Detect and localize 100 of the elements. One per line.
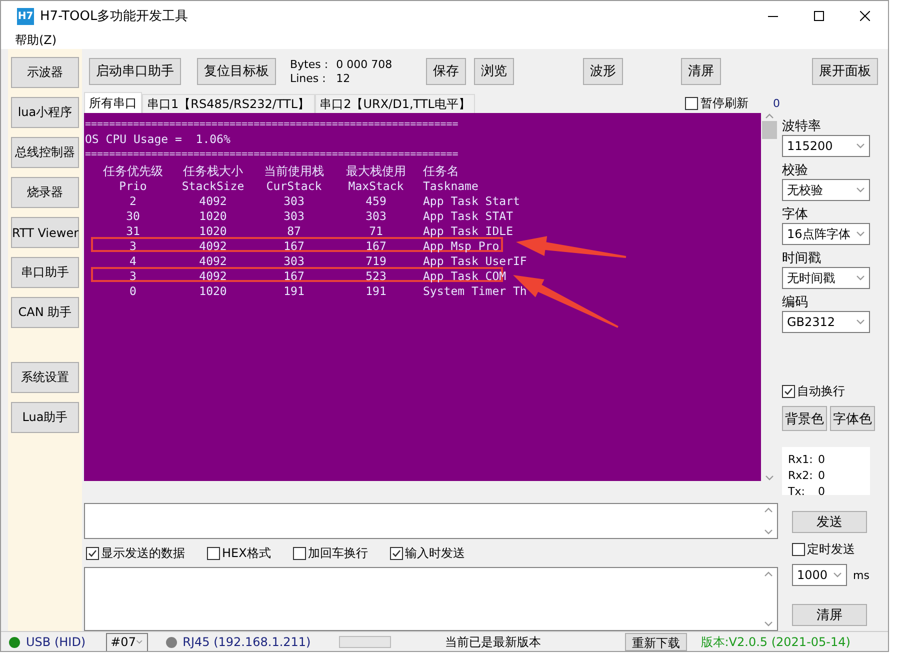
table-cell-text: 71 xyxy=(368,224,384,239)
table-cell-text: 2 xyxy=(128,194,138,209)
table-cell-text: System Timer Th xyxy=(422,284,528,299)
dropdown[interactable]: 无时间戳 xyxy=(782,267,870,289)
stat-value: 12 xyxy=(336,72,352,84)
dropdown[interactable]: 16点阵字体 xyxy=(782,223,870,245)
table-cell-text: 4 xyxy=(128,254,138,269)
tab[interactable]: 串口2【URX/D1,TTL电平】 xyxy=(314,94,476,113)
sidebar-button[interactable]: 示波器 xyxy=(11,57,79,88)
table-cell-text: 1020 xyxy=(198,209,228,224)
checkbox[interactable] xyxy=(207,546,220,560)
table-cell-text: App Task STAT xyxy=(422,209,514,224)
counter-value: 0 xyxy=(773,96,780,110)
checkbox[interactable] xyxy=(685,96,698,110)
caret-icon[interactable] xyxy=(833,572,842,578)
dropdown[interactable]: 无校验 xyxy=(782,179,870,201)
connection-label: RJ45 (192.168.1.211) xyxy=(182,635,311,649)
table-cell-text: App Task COM xyxy=(422,269,508,284)
sidebar-button[interactable]: Lua助手 xyxy=(11,402,79,433)
scroll-down-icon[interactable] xyxy=(765,475,774,481)
scroll-down-icon[interactable] xyxy=(764,621,773,627)
counter-label: Rx2: xyxy=(788,469,814,482)
send-input[interactable] xyxy=(84,503,778,539)
sidebar-button[interactable]: RTT Viewer xyxy=(11,217,79,248)
menu-item[interactable]: 帮助(Z) xyxy=(15,32,57,48)
stat-value: 0 000 708 xyxy=(336,58,392,70)
column-header: StackSize xyxy=(180,179,246,194)
table-cell-text: 3 xyxy=(128,239,138,254)
column-header: Taskname xyxy=(422,179,480,194)
scroll-thumb[interactable] xyxy=(762,121,777,139)
table-cell-text: 303 xyxy=(364,209,388,224)
interval-dropdown[interactable]: 1000 xyxy=(792,564,847,586)
text-area[interactable] xyxy=(84,567,778,631)
checkbox[interactable] xyxy=(390,546,403,560)
toolbar-button[interactable]: 保存 xyxy=(426,58,466,84)
caret-icon[interactable] xyxy=(856,143,865,149)
table-cell-text: 4092 xyxy=(198,269,228,284)
column-header: 任务栈大小 xyxy=(182,164,244,179)
sidebar-button[interactable]: 串口助手 xyxy=(11,257,79,288)
caret-icon[interactable] xyxy=(856,187,865,193)
table-cell-text: 167 xyxy=(282,239,306,254)
sidebar-button[interactable]: 系统设置 xyxy=(11,362,79,393)
scroll-up-icon[interactable] xyxy=(765,113,774,119)
sidebar-button[interactable]: lua小程序 xyxy=(11,97,79,128)
table-cell-text: 0 xyxy=(128,284,138,299)
toolbar-button[interactable]: 浏览 xyxy=(474,58,514,84)
checkbox-label: 定时发送 xyxy=(807,541,855,558)
connection-label: USB (HID) xyxy=(26,635,86,649)
table-cell-text: 719 xyxy=(364,254,388,269)
tab[interactable]: 所有串口 xyxy=(84,92,142,113)
checkbox[interactable] xyxy=(86,546,99,560)
dropdown[interactable]: GB2312 xyxy=(782,311,870,333)
table-cell-text: 1020 xyxy=(198,284,228,299)
maximize-icon[interactable] xyxy=(814,11,824,21)
scroll-up-icon[interactable] xyxy=(764,507,773,513)
toolbar-button[interactable]: 波形 xyxy=(583,58,624,84)
scroll-down-icon[interactable] xyxy=(764,529,773,535)
checkbox[interactable] xyxy=(792,543,805,556)
dropdown[interactable]: 115200 xyxy=(782,135,870,157)
setting-label: 字体 xyxy=(782,206,809,223)
table-cell-text: 167 xyxy=(282,269,306,284)
close-icon[interactable] xyxy=(860,11,870,21)
counter-label: Tx: xyxy=(788,485,806,495)
table-cell-text: 87 xyxy=(286,224,302,239)
scroll-up-icon[interactable] xyxy=(764,571,773,577)
toolbar-button[interactable]: 展开面板 xyxy=(812,58,878,84)
column-header: MaxStack xyxy=(347,179,405,194)
checkbox[interactable] xyxy=(292,546,306,560)
version-label: 版本:V2.0.5 (2021-05-14) xyxy=(700,634,850,650)
table-cell-text: App Task Start xyxy=(422,194,521,209)
stat-label: Lines : xyxy=(290,72,327,84)
caret-icon[interactable] xyxy=(856,231,865,237)
color-button[interactable]: 背景色 xyxy=(782,406,827,431)
checkbox-label: 加回车换行 xyxy=(308,544,368,562)
checkbox[interactable] xyxy=(782,385,795,398)
table-cell-text: App Msp Pro xyxy=(422,239,500,254)
color-button[interactable]: 字体色 xyxy=(830,406,875,431)
separator-line: ============================================================== xyxy=(85,118,460,132)
caret-icon[interactable] xyxy=(856,275,865,281)
sidebar-button[interactable]: 烧录器 xyxy=(11,177,79,208)
sidebar-button[interactable]: 总线控制器 xyxy=(11,137,79,168)
window-title: H7-TOOL多功能开发工具 xyxy=(40,8,190,25)
setting-label: 编码 xyxy=(782,294,809,311)
clear-button[interactable]: 清屏 xyxy=(792,604,867,626)
caret-icon[interactable] xyxy=(136,639,143,645)
port-dropdown[interactable]: #07 xyxy=(106,632,148,651)
column-header: CurStack xyxy=(265,179,323,194)
redownload-button[interactable]: 重新下载 xyxy=(624,633,687,651)
terminal-line: OS CPU Usage = 1.06% xyxy=(85,132,232,147)
counter-label: Rx1: xyxy=(788,453,814,466)
table-cell-text: 167 xyxy=(364,239,388,254)
toolbar-button[interactable]: 启动串口助手 xyxy=(89,58,181,84)
app-logo: H7 xyxy=(17,8,34,24)
tab[interactable]: 串口1【RS485/RS232/TTL】 xyxy=(142,94,315,113)
caret-icon[interactable] xyxy=(856,319,865,325)
toolbar-button[interactable]: 清屏 xyxy=(681,58,722,84)
send-button[interactable]: 发送 xyxy=(792,511,867,533)
sidebar-button[interactable]: CAN 助手 xyxy=(11,297,79,328)
toolbar-button[interactable]: 复位目标板 xyxy=(197,58,276,84)
table-cell-text: 31 xyxy=(125,224,141,239)
